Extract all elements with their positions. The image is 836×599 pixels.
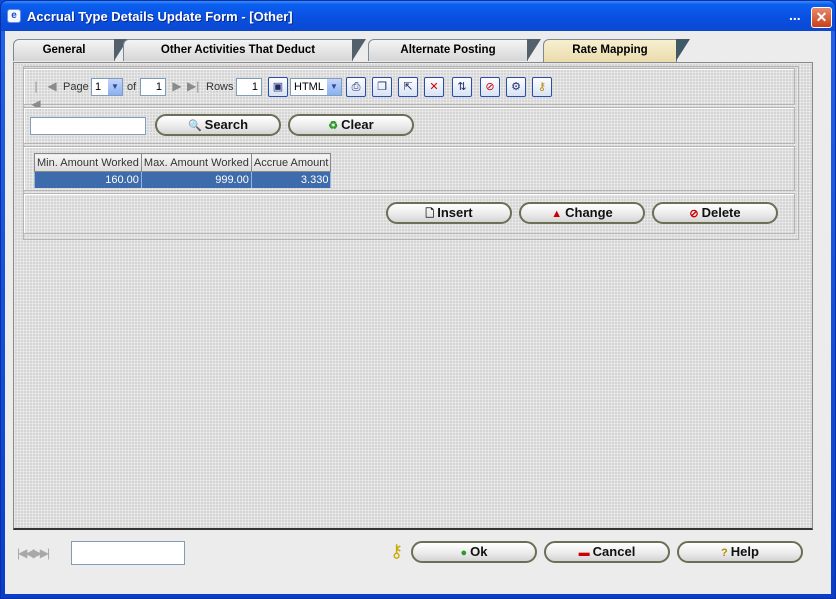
tab-alternate-posting[interactable]: Alternate Posting [368, 39, 541, 61]
first-page-icon[interactable]: |◀ [30, 77, 42, 111]
page-label: Page [63, 81, 89, 93]
column-header[interactable]: Max. Amount Worked [140, 153, 252, 172]
ok-bubble-icon: ● [460, 547, 468, 559]
delete-button-label: Delete [701, 205, 741, 220]
table-header-row: Min. Amount Worked Max. Amount Worked Ac… [34, 153, 332, 172]
prev-page-icon[interactable]: ◀ [46, 77, 58, 95]
no-entry-icon: ⊘ [689, 208, 699, 220]
ie-window-icon: e [7, 9, 21, 23]
form-client-area: General Other Activities That Deduct Alt… [5, 31, 831, 594]
table-cell: 160.00 [34, 171, 142, 188]
recycle-icon: ♻ [328, 120, 339, 132]
minus-icon: ▬ [578, 547, 590, 559]
key-icon: ⚷ [390, 541, 404, 561]
rows-label: Rows [206, 81, 234, 93]
page-select-value: 1 [95, 81, 102, 93]
table-cell: 3.330 [250, 171, 332, 188]
export-format-select[interactable]: HTML ▼ [290, 78, 342, 96]
ok-button-label: Ok [470, 544, 488, 559]
chevron-down-icon: ▼ [327, 79, 341, 95]
rows-input[interactable]: 1 [236, 78, 262, 96]
tab-rate-mapping[interactable]: Rate Mapping [543, 39, 690, 62]
tab-label: Rate Mapping [572, 44, 648, 56]
export-icon[interactable]: ⇱ [398, 77, 418, 97]
delete-record-icon[interactable]: ✕ [424, 77, 444, 97]
triangle-up-icon: ▲ [551, 208, 563, 220]
record-navigation-icon[interactable]: |◀◀▶▶| [17, 546, 50, 560]
tab-other-activities[interactable]: Other Activities That Deduct [123, 39, 366, 61]
clear-sort-icon[interactable]: ⊘ [480, 77, 500, 97]
close-button[interactable]: ✕ [811, 7, 832, 28]
tab-content-panel: |◀ ◀ Page 1 ▼ of 1 ▶ ▶| Rows 1 ▣ HTML ▼ … [13, 62, 813, 530]
help-button-label: Help [730, 544, 759, 559]
delete-button[interactable]: ⊘ Delete [652, 202, 778, 224]
change-button[interactable]: ▲ Change [519, 202, 645, 224]
tab-general[interactable]: General [13, 39, 128, 61]
window-title: Accrual Type Details Update Form - [Othe… [27, 9, 293, 24]
change-button-label: Change [565, 205, 613, 220]
print-icon[interactable]: ⎙ [346, 77, 366, 97]
page-count-field: 1 [140, 78, 166, 96]
new-document-icon: 🗋 [425, 208, 435, 220]
form-footer: |◀◀▶▶| ⚷ ● Ok ▬ Cancel ? Help [5, 531, 831, 594]
clear-button[interactable]: ♻ Clear [288, 114, 414, 136]
of-label: of [127, 81, 137, 93]
insert-button-label: Insert [437, 205, 473, 220]
save-icon[interactable]: ▣ [268, 77, 288, 97]
settings-icon[interactable]: ⚙ [506, 77, 526, 97]
last-page-icon[interactable]: ▶| [187, 77, 199, 95]
help-button[interactable]: ? Help [677, 541, 803, 563]
tab-label: Alternate Posting [400, 44, 496, 56]
key-tool-icon[interactable]: ⚷ [532, 77, 552, 97]
clear-button-label: Clear [341, 117, 374, 132]
copy-icon[interactable]: ❐ [372, 77, 392, 97]
app-window: e Accrual Type Details Update Form - [Ot… [0, 0, 836, 599]
tab-label: Other Activities That Deduct [160, 44, 316, 56]
page-select[interactable]: 1 ▼ [91, 78, 123, 96]
record-nav-input[interactable] [71, 541, 185, 565]
grid-toolbar: |◀ ◀ Page 1 ▼ of 1 ▶ ▶| Rows 1 ▣ HTML ▼ … [23, 68, 795, 111]
question-icon: ? [721, 547, 728, 559]
chevron-down-icon: ▼ [108, 79, 122, 95]
title-overflow-dots: ... [789, 7, 801, 23]
search-input[interactable] [30, 117, 146, 135]
sort-icon[interactable]: ⇅ [452, 77, 472, 97]
insert-button[interactable]: 🗋 Insert [386, 202, 512, 224]
search-button[interactable]: 🔍 Search [155, 114, 281, 136]
search-icon: 🔍 [187, 120, 202, 132]
next-page-icon[interactable]: ▶ [171, 77, 183, 95]
table-cell: 999.00 [140, 171, 252, 188]
table-row[interactable]: 160.00 999.00 3.330 [34, 171, 332, 188]
rate-mapping-table: Min. Amount Worked Max. Amount Worked Ac… [34, 153, 332, 188]
search-panel: 🔍 Search ♻ Clear [23, 107, 795, 144]
cancel-button[interactable]: ▬ Cancel [544, 541, 670, 563]
tab-label: General [42, 44, 86, 56]
ok-button[interactable]: ● Ok [411, 541, 537, 563]
title-bar[interactable]: e Accrual Type Details Update Form - [Ot… [1, 1, 835, 31]
column-header[interactable]: Min. Amount Worked [34, 153, 142, 172]
search-button-label: Search [204, 117, 249, 132]
close-icon: ✕ [815, 9, 828, 25]
column-header[interactable]: Accrue Amount [250, 153, 332, 172]
cancel-button-label: Cancel [592, 544, 636, 559]
action-panel: 🗋 Insert ▲ Change ⊘ Delete [23, 193, 795, 234]
export-format-value: HTML [294, 81, 324, 93]
tab-strip: General Other Activities That Deduct Alt… [13, 39, 823, 62]
